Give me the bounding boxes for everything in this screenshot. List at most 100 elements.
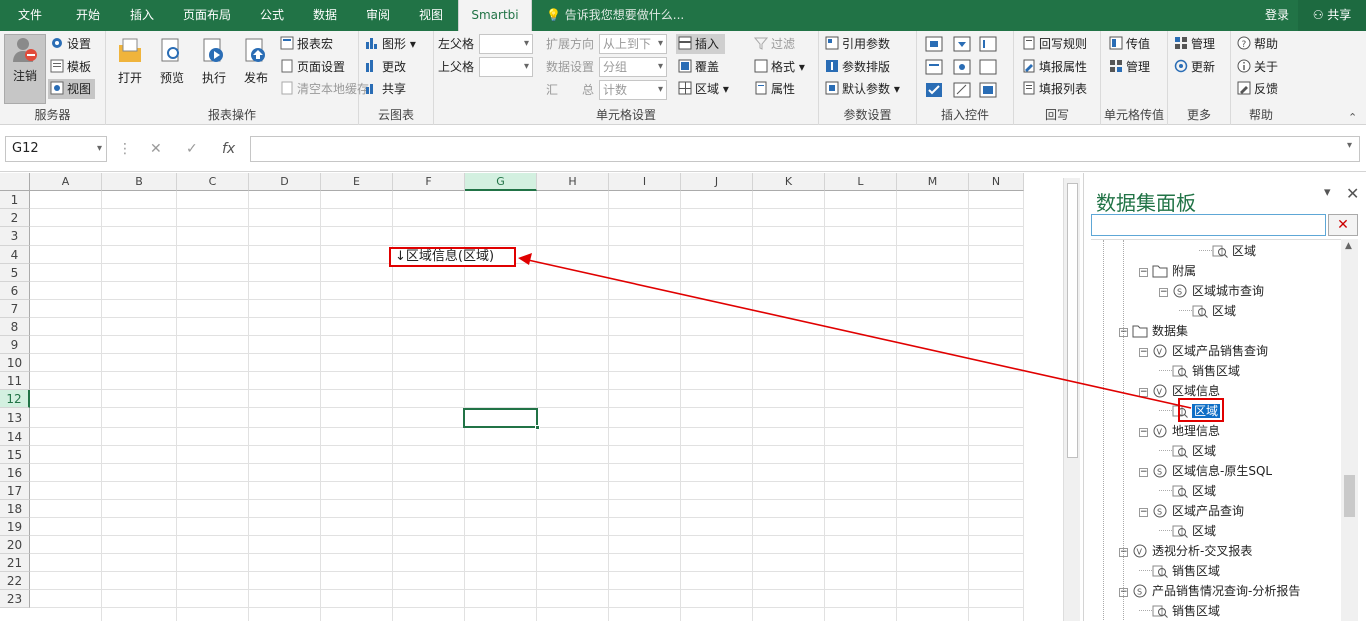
tree-node[interactable]: 区域 bbox=[1179, 302, 1236, 320]
row-header-3[interactable]: 3 bbox=[0, 227, 30, 246]
collapse-toggle-icon[interactable]: − bbox=[1119, 548, 1128, 557]
tree-node[interactable]: 销售区域 bbox=[1139, 602, 1220, 620]
active-cell-g12[interactable] bbox=[463, 408, 538, 428]
column-header-k[interactable]: K bbox=[753, 173, 825, 191]
fill-handle[interactable] bbox=[535, 425, 540, 430]
tree-scrollbar[interactable]: ▲ bbox=[1341, 239, 1358, 621]
cancel-icon[interactable]: ✕ bbox=[150, 136, 162, 162]
open-button[interactable]: 打开 bbox=[110, 37, 150, 86]
formula-input[interactable] bbox=[250, 136, 1360, 162]
tree-node[interactable]: 区域 bbox=[1199, 242, 1256, 260]
overwrite-mode-button[interactable]: 覆盖 bbox=[678, 57, 719, 77]
tree-node[interactable]: − S 区域城市查询 bbox=[1159, 282, 1264, 300]
share-button[interactable]: ⚇ 共享 bbox=[1298, 0, 1366, 31]
collapse-toggle-icon[interactable]: − bbox=[1119, 328, 1128, 337]
row-header-19[interactable]: 19 bbox=[0, 518, 30, 536]
row-header-5[interactable]: 5 bbox=[0, 264, 30, 282]
tab-home[interactable]: 开始 bbox=[60, 0, 116, 31]
row-header-18[interactable]: 18 bbox=[0, 500, 30, 518]
tree-node[interactable]: − V 透视分析-交叉报表 bbox=[1119, 542, 1252, 560]
row-header-22[interactable]: 22 bbox=[0, 572, 30, 590]
tree-node[interactable]: − 附属 bbox=[1139, 262, 1196, 280]
summary-select[interactable]: 计数 bbox=[599, 80, 667, 100]
default-param-button[interactable]: 默认参数 ▾ bbox=[825, 79, 900, 99]
column-header-h[interactable]: H bbox=[537, 173, 609, 191]
panel-menu-icon[interactable]: ▾ bbox=[1324, 185, 1331, 200]
sheet-vertical-scrollbar[interactable] bbox=[1063, 178, 1080, 621]
row-header-7[interactable]: 7 bbox=[0, 300, 30, 318]
data-setting-select[interactable]: 分组 bbox=[599, 57, 667, 77]
writeback-rules-button[interactable]: 回写规则 bbox=[1022, 34, 1087, 54]
tab-page-layout[interactable]: 页面布局 bbox=[168, 0, 246, 31]
collapse-toggle-icon[interactable]: − bbox=[1139, 508, 1148, 517]
format-button[interactable]: 格式 ▾ bbox=[754, 57, 805, 77]
control-icons-grid[interactable] bbox=[925, 36, 1005, 101]
insert-function-icon[interactable]: fx bbox=[222, 136, 235, 162]
tree-node[interactable]: − S 区域产品查询 bbox=[1139, 502, 1244, 520]
row-header-23[interactable]: 23 bbox=[0, 590, 30, 608]
column-header-l[interactable]: L bbox=[825, 173, 897, 191]
name-box[interactable]: G12 bbox=[5, 136, 107, 162]
attribute-button[interactable]: 属性 bbox=[754, 79, 795, 99]
row-header-14[interactable]: 14 bbox=[0, 428, 30, 446]
tab-data[interactable]: 数据 bbox=[298, 0, 352, 31]
row-header-8[interactable]: 8 bbox=[0, 318, 30, 336]
row-header-9[interactable]: 9 bbox=[0, 336, 30, 354]
clear-cache-button[interactable]: 清空本地缓存 bbox=[280, 79, 369, 99]
cell-f3-field[interactable]: ↓区域信息(区域) bbox=[389, 247, 516, 267]
tree-node[interactable]: 区域 bbox=[1159, 482, 1216, 500]
insert-mode-button[interactable]: 插入 bbox=[676, 34, 726, 54]
tree-node[interactable]: 销售区域 bbox=[1159, 362, 1240, 380]
share-chart-button[interactable]: 共享 bbox=[365, 79, 406, 99]
tree-node[interactable]: − 数据集 bbox=[1119, 322, 1188, 340]
feedback-button[interactable]: 反馈 bbox=[1237, 79, 1278, 99]
fill-attribute-button[interactable]: 填报属性 bbox=[1022, 57, 1087, 77]
collapse-ribbon-icon[interactable]: ⌃ bbox=[1348, 111, 1357, 124]
row-header-6[interactable]: 6 bbox=[0, 282, 30, 300]
logout-button[interactable]: 注销 bbox=[4, 34, 46, 104]
scroll-up-icon[interactable]: ▲ bbox=[1345, 241, 1352, 251]
cell-pass-manage-button[interactable]: 管理 bbox=[1109, 57, 1150, 77]
tree-node[interactable]: − V 区域产品销售查询 bbox=[1139, 342, 1268, 360]
tab-review[interactable]: 审阅 bbox=[352, 0, 404, 31]
column-header-i[interactable]: I bbox=[609, 173, 681, 191]
row-header-15[interactable]: 15 bbox=[0, 446, 30, 464]
fill-list-button[interactable]: 填报列表 bbox=[1022, 79, 1087, 99]
row-header-17[interactable]: 17 bbox=[0, 482, 30, 500]
template-button[interactable]: 模板 bbox=[50, 57, 91, 77]
collapse-toggle-icon[interactable]: − bbox=[1119, 588, 1128, 597]
execute-button[interactable]: 执行 bbox=[194, 37, 234, 86]
column-header-d[interactable]: D bbox=[249, 173, 321, 191]
view-button[interactable]: 视图 bbox=[48, 79, 96, 99]
confirm-icon[interactable]: ✓ bbox=[186, 136, 198, 162]
row-header-16[interactable]: 16 bbox=[0, 464, 30, 482]
column-header-m[interactable]: M bbox=[897, 173, 969, 191]
change-chart-button[interactable]: 更改 bbox=[365, 57, 406, 77]
row-header-4[interactable]: 4 bbox=[0, 246, 30, 264]
login-link[interactable]: 登录 bbox=[1262, 0, 1292, 31]
tab-view[interactable]: 视图 bbox=[404, 0, 458, 31]
collapse-toggle-icon[interactable]: − bbox=[1139, 388, 1148, 397]
select-all-corner[interactable] bbox=[0, 173, 30, 191]
tree-scroll-thumb[interactable] bbox=[1344, 475, 1355, 517]
collapse-toggle-icon[interactable]: − bbox=[1159, 288, 1168, 297]
tree-node[interactable]: 区域 bbox=[1159, 522, 1216, 540]
column-header-n[interactable]: N bbox=[969, 173, 1024, 191]
help-button[interactable]: ? 帮助 bbox=[1237, 34, 1278, 54]
update-button[interactable]: 更新 bbox=[1174, 57, 1215, 77]
collapse-toggle-icon[interactable]: − bbox=[1139, 268, 1148, 277]
column-header-a[interactable]: A bbox=[30, 173, 102, 191]
column-header-b[interactable]: B bbox=[102, 173, 177, 191]
sheet-scroll-thumb[interactable] bbox=[1067, 183, 1078, 458]
spreadsheet-grid[interactable]: A B C D E F G H I J K L M N 1 2 3 4 5 6 7 8 9 10 11 12 13 14 15 16 17 1… bbox=[0, 173, 1080, 621]
expand-direction-select[interactable]: 从上到下 bbox=[599, 34, 667, 54]
page-setup-button[interactable]: 页面设置 bbox=[280, 57, 345, 77]
clear-search-icon[interactable]: ✕ bbox=[1328, 214, 1358, 236]
left-parent-select[interactable] bbox=[479, 34, 533, 54]
ref-param-button[interactable]: 引用参数 bbox=[825, 34, 890, 54]
row-header-21[interactable]: 21 bbox=[0, 554, 30, 572]
tree-node[interactable]: − V 地理信息 bbox=[1139, 422, 1220, 440]
row-header-20[interactable]: 20 bbox=[0, 536, 30, 554]
expand-formula-icon[interactable]: ▾ bbox=[1347, 140, 1352, 151]
collapse-toggle-icon[interactable]: − bbox=[1139, 468, 1148, 477]
